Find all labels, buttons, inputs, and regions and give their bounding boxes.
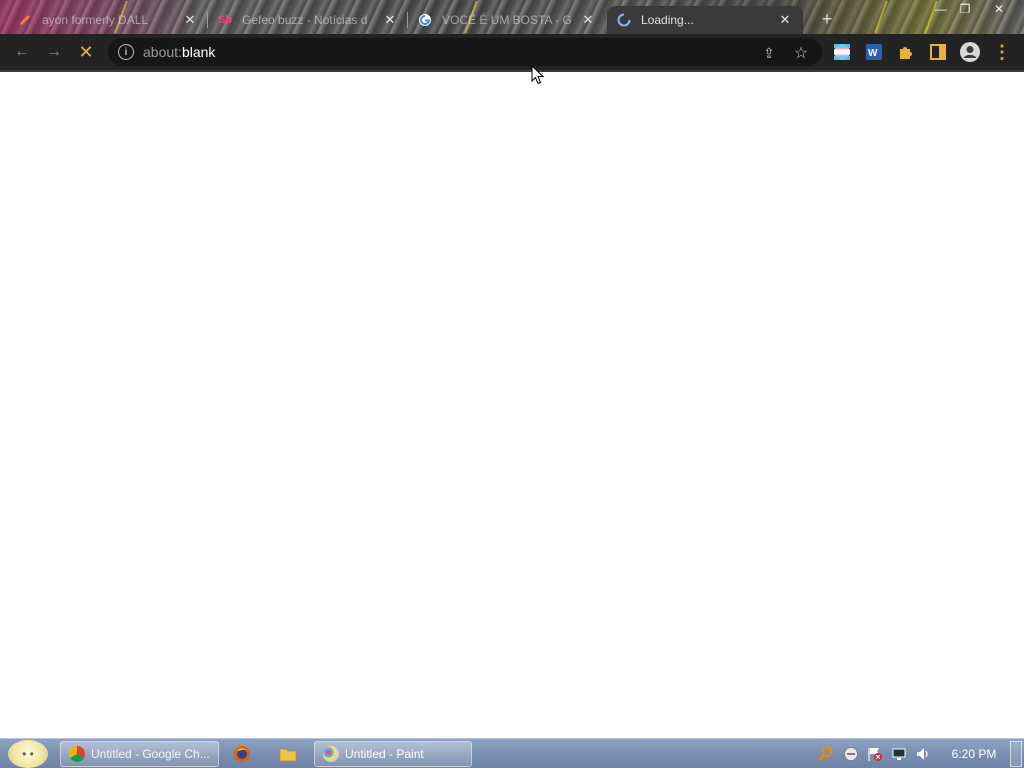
- share-icon[interactable]: ⇪: [760, 44, 778, 62]
- show-desktop-button[interactable]: [1010, 741, 1022, 767]
- tab-loading[interactable]: Loading... ✕: [607, 6, 803, 34]
- close-icon[interactable]: ✕: [777, 12, 793, 28]
- flag-extension-icon[interactable]: [830, 40, 854, 64]
- url-text[interactable]: about:blank: [143, 44, 215, 60]
- tab-title: VOCÊ É UM BOSTA - G: [442, 13, 572, 27]
- stop-button[interactable]: ✕: [74, 40, 98, 64]
- tab-google-search[interactable]: VOCÊ É UM BOSTA - G ✕: [408, 6, 606, 34]
- messenger-tray-icon[interactable]: [843, 746, 859, 762]
- minimize-button[interactable]: —: [928, 0, 954, 18]
- w-extension-icon[interactable]: W: [862, 40, 886, 64]
- window-close-button[interactable]: ✕: [986, 0, 1012, 18]
- network-tray-icon[interactable]: [891, 746, 907, 762]
- svg-text:W: W: [868, 48, 878, 59]
- start-button[interactable]: • •: [8, 740, 48, 768]
- tab-title: ayon formerly DALL: [42, 13, 149, 27]
- firefox-icon[interactable]: [232, 744, 252, 764]
- bookmark-star-icon[interactable]: ☆: [792, 44, 810, 62]
- taskbar-item-label: Untitled - Paint: [345, 747, 424, 761]
- taskbar-item-paint[interactable]: Untitled - Paint: [314, 741, 472, 767]
- tab-title: Gefeo buzz - Notícias d: [242, 13, 368, 27]
- page-content[interactable]: [0, 72, 1024, 738]
- close-icon[interactable]: ✕: [580, 12, 596, 28]
- address-bar[interactable]: i about:blank ⇪ ☆: [108, 38, 822, 66]
- pencil-icon: [18, 13, 32, 27]
- google-icon: [418, 13, 432, 27]
- smiley-icon: • •: [22, 747, 34, 761]
- menu-icon[interactable]: ⋮: [990, 40, 1014, 64]
- taskbar-item-chrome[interactable]: Untitled - Google Ch...: [60, 741, 219, 767]
- chrome-icon: [69, 746, 85, 762]
- sb-icon: Sb: [217, 14, 233, 26]
- tab-strip: ayon formerly DALL ✕ Sb Gefeo buzz - Not…: [0, 0, 1024, 34]
- puzzle-icon[interactable]: [894, 40, 918, 64]
- tab-news[interactable]: Sb Gefeo buzz - Notícias d ✕: [208, 6, 408, 34]
- tab-title: Loading...: [641, 13, 694, 27]
- close-icon[interactable]: ✕: [382, 12, 398, 28]
- taskbar: • • Untitled - Google Ch... Untitled - P…: [0, 738, 1024, 768]
- loading-spinner-icon: [617, 13, 631, 27]
- taskbar-item-label: Untitled - Google Ch...: [91, 747, 210, 761]
- url-scheme: about:: [143, 44, 182, 60]
- paint-icon: [323, 746, 339, 762]
- background-decoration: [874, 0, 888, 34]
- browser-toolbar: ← → ✕ i about:blank ⇪ ☆ W ⋮: [0, 34, 1024, 70]
- info-icon[interactable]: i: [118, 44, 134, 60]
- forward-button[interactable]: →: [42, 40, 66, 64]
- close-icon[interactable]: ✕: [182, 12, 198, 28]
- restore-button[interactable]: ❐: [952, 0, 978, 18]
- back-button[interactable]: ←: [10, 40, 34, 64]
- flag-tray-icon[interactable]: [867, 746, 883, 762]
- url-host: blank: [181, 44, 216, 60]
- volume-tray-icon[interactable]: [915, 746, 931, 762]
- tab-dalle[interactable]: ayon formerly DALL ✕: [8, 6, 208, 34]
- clock[interactable]: 6:20 PM: [944, 747, 1004, 761]
- profile-icon[interactable]: [958, 40, 982, 64]
- sidepanel-icon[interactable]: [926, 40, 950, 64]
- mouse-cursor-icon: [531, 65, 545, 85]
- search-tray-icon[interactable]: [818, 746, 834, 762]
- folder-icon[interactable]: [278, 744, 298, 764]
- new-tab-button[interactable]: +: [816, 8, 838, 30]
